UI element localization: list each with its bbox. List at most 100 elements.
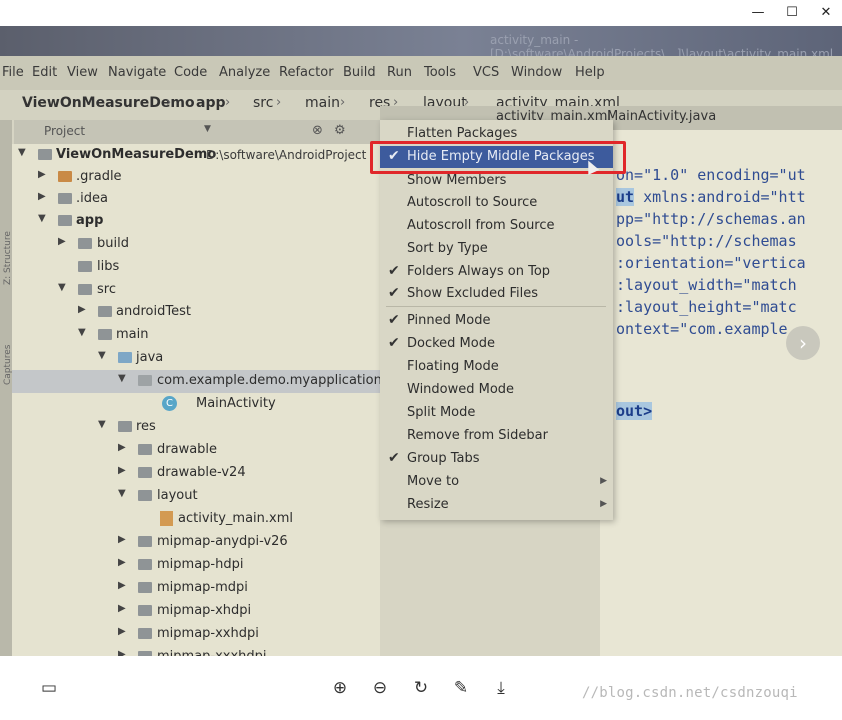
tree-item[interactable]: activity_main.xml [12, 508, 380, 531]
code-line: :layout_width="match [616, 276, 797, 294]
minimize-button[interactable]: — [746, 3, 770, 23]
tree-item-label: activity_main.xml [178, 511, 294, 526]
collapse-arrow-icon[interactable]: ▶ [118, 465, 126, 476]
menu-build[interactable]: Build [343, 65, 376, 80]
settings-icon[interactable]: ⚙ [334, 123, 346, 138]
close-button[interactable]: ✕ [814, 3, 838, 23]
tree-item[interactable]: C MainActivity [12, 393, 380, 416]
collapse-arrow-icon[interactable]: ▶ [78, 304, 86, 315]
collapse-arrow-icon[interactable]: ▶ [118, 580, 126, 591]
next-image-button[interactable]: › [786, 326, 820, 360]
menu-refactor[interactable]: Refactor [279, 65, 334, 80]
tree-item[interactable]: ▶ mipmap-xhdpi [12, 600, 380, 623]
tree-item[interactable]: ▶ mipmap-xxhdpi [12, 623, 380, 646]
tree-item[interactable]: ▼ res [12, 416, 380, 439]
expand-arrow-icon[interactable]: ▼ [58, 282, 66, 293]
tree-item[interactable]: ▶ drawable [12, 439, 380, 462]
rotate-icon[interactable]: ↻ [409, 676, 433, 700]
tree-item[interactable]: ▶ mipmap-anydpi-v26 [12, 531, 380, 554]
tree-item-selected[interactable]: ▼ com.example.demo.myapplication [12, 370, 382, 393]
menu-item-floating-mode[interactable]: Floating Mode [380, 356, 613, 378]
menu-item-remove-from-sidebar[interactable]: Remove from Sidebar [380, 425, 613, 447]
collapse-arrow-icon[interactable]: ▶ [118, 649, 126, 656]
breadcrumb-src[interactable]: src [253, 95, 273, 111]
thumbnails-icon[interactable]: ▭ [37, 676, 61, 700]
folder-icon [138, 467, 152, 478]
menu-navigate[interactable]: Navigate [108, 65, 166, 80]
menu-run[interactable]: Run [387, 65, 412, 80]
collapse-arrow-icon[interactable]: ▶ [118, 534, 126, 545]
tree-item[interactable]: ▼ ViewOnMeasureDemo D:\software\AndroidP… [12, 144, 380, 167]
menu-code[interactable]: Code [174, 65, 207, 80]
menu-item-show-excluded-files[interactable]: ✔ Show Excluded Files [380, 283, 613, 305]
check-icon: ✔ [388, 335, 400, 351]
menu-analyze[interactable]: Analyze [219, 65, 270, 80]
menu-item-sort-by-type[interactable]: Sort by Type [380, 238, 613, 260]
collapse-arrow-icon[interactable]: ▶ [58, 236, 66, 247]
tree-item[interactable]: ▼ app [12, 210, 380, 233]
tree-item[interactable]: ▶ build [12, 233, 380, 256]
menu-item-split-mode[interactable]: Split Mode [380, 402, 613, 424]
menu-item-resize[interactable]: Resize ▶ [380, 494, 613, 516]
menu-item-autoscroll-to-source[interactable]: Autoscroll to Source [380, 192, 613, 214]
edit-icon[interactable]: ✎ [449, 676, 473, 700]
collapse-arrow-icon[interactable]: ▶ [118, 603, 126, 614]
breadcrumb-main[interactable]: main [305, 95, 340, 111]
menu-item-docked-mode[interactable]: ✔ Docked Mode [380, 333, 613, 355]
menu-item-folders-always-on-top[interactable]: ✔ Folders Always on Top [380, 261, 613, 283]
menu-item-label: Autoscroll from Source [407, 218, 555, 233]
chevron-down-icon[interactable]: ▼ [204, 124, 211, 134]
collapse-arrow-icon[interactable]: ▶ [38, 169, 46, 180]
tree-item[interactable]: ▶ .idea [12, 188, 380, 211]
collapse-icon[interactable]: ⊗ [312, 123, 323, 138]
tree-item-label: mipmap-xxhdpi [157, 626, 259, 641]
expand-arrow-icon[interactable]: ▼ [118, 373, 126, 384]
tree-item-label: layout [157, 488, 198, 503]
folder-icon [138, 559, 152, 570]
collapse-arrow-icon[interactable]: ▶ [118, 442, 126, 453]
expand-arrow-icon[interactable]: ▼ [118, 488, 126, 499]
menu-item-move-to[interactable]: Move to ▶ [380, 471, 613, 493]
menu-item-pinned-mode[interactable]: ✔ Pinned Mode [380, 310, 613, 332]
menu-file[interactable]: File [2, 65, 24, 80]
tab-main-activity[interactable]: MainActivity.java [607, 109, 716, 124]
code-text: pp="http://schemas.an [616, 210, 806, 228]
zoom-in-icon[interactable]: ⊕ [328, 676, 352, 700]
menu-tools[interactable]: Tools [424, 65, 456, 80]
zoom-out-icon[interactable]: ⊖ [368, 676, 392, 700]
tree-item[interactable]: libs [12, 256, 380, 279]
collapse-arrow-icon[interactable]: ▶ [38, 191, 46, 202]
tree-item[interactable]: ▼ java [12, 347, 380, 370]
menu-vcs[interactable]: VCS [473, 65, 499, 80]
tree-item[interactable]: ▼ src [12, 279, 380, 302]
tree-item[interactable]: ▶ .gradle [12, 166, 380, 189]
menu-window[interactable]: Window [511, 65, 562, 80]
code-editor[interactable]: on="1.0" encoding="ut ut xmlns:android="… [600, 130, 842, 656]
breadcrumb-app[interactable]: app [196, 95, 226, 111]
code-line: ut xmlns:android="htt [616, 188, 806, 206]
expand-arrow-icon[interactable]: ▼ [98, 419, 106, 430]
collapse-arrow-icon[interactable]: ▶ [118, 557, 126, 568]
tree-item[interactable]: ▶ drawable-v24 [12, 462, 380, 485]
menu-help[interactable]: Help [575, 65, 605, 80]
expand-arrow-icon[interactable]: ▼ [38, 213, 46, 224]
project-panel-title[interactable]: Project [44, 124, 85, 138]
folder-icon [138, 490, 152, 501]
tree-item[interactable]: ▶ mipmap-hdpi [12, 554, 380, 577]
collapse-arrow-icon[interactable]: ▶ [118, 626, 126, 637]
tree-item[interactable]: ▶ androidTest [12, 301, 380, 324]
expand-arrow-icon[interactable]: ▼ [18, 147, 26, 158]
tree-item[interactable]: ▶ mipmap-mdpi [12, 577, 380, 600]
menu-edit[interactable]: Edit [32, 65, 57, 80]
tree-item[interactable]: ▶ mipmap-xxxhdpi [12, 646, 380, 656]
tree-item[interactable]: ▼ layout [12, 485, 380, 508]
save-icon[interactable]: ⤓ [489, 676, 513, 700]
menu-item-group-tabs[interactable]: ✔ Group Tabs [380, 448, 613, 470]
tree-item[interactable]: ▼ main [12, 324, 380, 347]
maximize-button[interactable]: ☐ [780, 3, 804, 23]
expand-arrow-icon[interactable]: ▼ [98, 350, 106, 361]
menu-view[interactable]: View [67, 65, 98, 80]
menu-item-autoscroll-from-source[interactable]: Autoscroll from Source [380, 215, 613, 237]
expand-arrow-icon[interactable]: ▼ [78, 327, 86, 338]
menu-item-windowed-mode[interactable]: Windowed Mode [380, 379, 613, 401]
